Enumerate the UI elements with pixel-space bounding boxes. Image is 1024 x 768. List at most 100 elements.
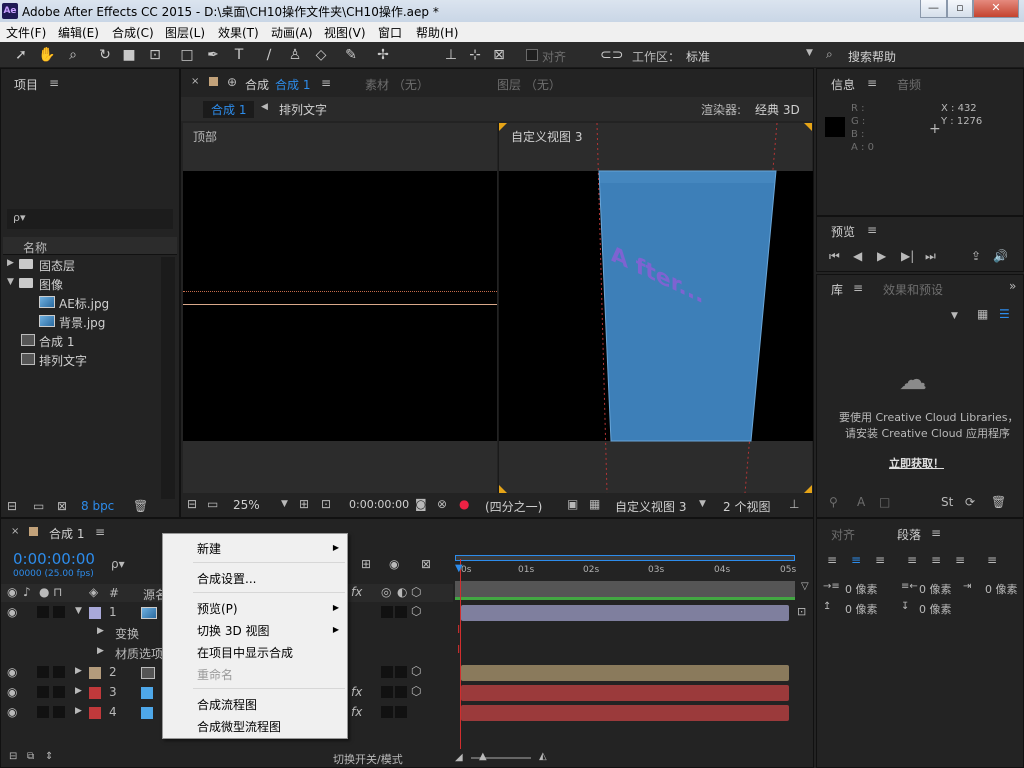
collapse-arrow-icon[interactable]: ▼ [75, 606, 82, 616]
project-item-folder[interactable]: ▶ 固态层 ⊞ [1, 255, 179, 274]
switch-box[interactable] [381, 606, 393, 618]
audio-icon[interactable]: 🔊 [993, 249, 1008, 263]
project-item-image[interactable]: 背景.jpg [1, 312, 179, 331]
maximize-icon[interactable]: ▫ [947, 0, 973, 18]
rectangle-tool-icon[interactable]: □ [178, 46, 196, 64]
indent-left-icon[interactable]: →≡ [823, 581, 840, 592]
resolution-select[interactable]: (四分之一) [485, 498, 542, 515]
switch-box[interactable] [381, 686, 393, 698]
menu-window[interactable]: 窗口 [378, 24, 402, 41]
info-menu-icon[interactable]: ≡ [867, 76, 877, 90]
zoom-select[interactable]: 25% [233, 498, 260, 512]
world-axis-icon[interactable]: ⊹ [466, 46, 484, 64]
library-chevron-down-icon[interactable]: ▼ [951, 311, 958, 321]
expand-arrow-icon[interactable]: ▶ [97, 646, 104, 656]
switch-box[interactable] [395, 606, 407, 618]
align-panel-tab[interactable]: 对齐 [831, 526, 855, 543]
text-style-icon[interactable]: A [857, 495, 865, 509]
lock-toggle[interactable] [53, 606, 65, 618]
view-axis-icon[interactable]: ⊠ [490, 46, 508, 64]
stock-icon[interactable]: ⚲ [829, 495, 838, 509]
last-frame-icon[interactable]: ⏭ [925, 249, 936, 264]
menu-layer[interactable]: 图层(L) [165, 24, 205, 41]
lock-toggle[interactable] [53, 706, 65, 718]
menu-animation[interactable]: 动画(A) [271, 24, 313, 41]
menu-item-comp-mini-flowchart[interactable]: 合成微型流程图 [197, 718, 281, 735]
indent-left-value[interactable]: 0 像素 [845, 581, 878, 597]
menu-composition[interactable]: 合成(C) [112, 24, 154, 41]
expand-arrow-icon[interactable]: ▶ [75, 686, 82, 696]
project-tab[interactable]: 项目 [14, 76, 38, 93]
visibility-icon[interactable]: ◉ [7, 685, 17, 699]
text-tool-icon[interactable]: T [230, 46, 248, 64]
align-checkbox[interactable] [526, 49, 538, 61]
menu-item-preview[interactable]: 预览(P) [197, 600, 238, 617]
hand-tool-icon[interactable]: ✋ [38, 46, 56, 64]
workspace-toggle-icon[interactable]: ⊂⊃ [600, 46, 623, 64]
solo-toggle[interactable] [37, 606, 49, 618]
toggle-pixel-aspect-icon[interactable]: ⊥ [789, 497, 799, 511]
adjustment-column-icon[interactable]: ◐ [397, 585, 407, 599]
timeline-scroll-icon[interactable]: ⊡ [797, 605, 806, 618]
play-icon[interactable]: ▶ [877, 249, 886, 263]
audio-column-icon[interactable]: ♪ [23, 585, 31, 599]
expand-arrow-icon[interactable]: ▶ [75, 666, 82, 676]
snapshot-icon[interactable]: ◙ [415, 497, 427, 511]
visibility-column-icon[interactable]: ◉ [7, 585, 17, 599]
grid-view-icon[interactable]: ▦ [977, 307, 988, 321]
switch-box[interactable] [395, 666, 407, 678]
get-cc-link[interactable]: 立即获取！ [889, 455, 944, 471]
trash-icon[interactable]: 🗑 [133, 499, 148, 513]
layer-tab[interactable]: 图层 （无） [497, 76, 561, 93]
trash-icon[interactable]: 🗑 [991, 495, 1006, 509]
pan-behind-tool-icon[interactable]: ⊡ [146, 46, 164, 64]
fx-icon[interactable]: fx [351, 685, 362, 699]
camera-tool-icon[interactable]: ■ [120, 46, 138, 64]
comp-tab-label[interactable]: 合成 [245, 76, 269, 93]
info-tab[interactable]: 信息 [831, 76, 855, 93]
menu-item-comp-settings[interactable]: 合成设置... [197, 570, 256, 587]
panel-overflow-icon[interactable]: » [1009, 279, 1016, 293]
playhead-icon[interactable]: ▼ [455, 563, 463, 574]
lock-icon[interactable]: ⊕ [227, 75, 237, 89]
time-ruler-area[interactable] [455, 551, 799, 600]
align-center-icon[interactable]: ≡ [851, 553, 861, 567]
project-scrollbar[interactable] [161, 257, 175, 499]
viewer-timecode[interactable]: 0:00:00:00 [349, 498, 409, 511]
new-folder-icon[interactable]: ▭ [33, 499, 44, 513]
switch-mode-toggle[interactable]: 切换开关/模式 [333, 751, 403, 767]
search-icon[interactable]: ⌕ [826, 47, 833, 62]
comp-button-icon[interactable]: ▽ [801, 581, 809, 592]
region-of-interest-icon[interactable]: ⊞ [299, 497, 309, 511]
justify-left-icon[interactable]: ≡ [907, 553, 917, 567]
minimize-icon[interactable]: — [920, 0, 947, 18]
puppet-pin-tool-icon[interactable]: ✢ [374, 46, 392, 64]
lock-column-icon[interactable]: ⊓ [53, 585, 62, 599]
eraser-tool-icon[interactable]: ◇ [312, 46, 330, 64]
layer-bar-4[interactable] [461, 705, 789, 721]
sync-icon[interactable]: ⟳ [965, 495, 975, 509]
project-item-comp[interactable]: 合成 1 [1, 331, 179, 350]
work-area-bar[interactable] [455, 555, 795, 561]
indent-right-icon[interactable]: ≡← [901, 581, 918, 592]
breadcrumb-active[interactable]: 合成 1 [203, 101, 255, 118]
selection-tool-icon[interactable]: ➚ [12, 46, 30, 64]
rotate-tool-icon[interactable]: ↻ [96, 46, 114, 64]
brush-tool-icon[interactable]: ∕ [260, 46, 278, 64]
lock-toggle[interactable] [53, 686, 65, 698]
3d-layer-icon[interactable]: ⬡ [411, 604, 421, 618]
view-chevron-down-icon[interactable]: ▼ [699, 499, 706, 509]
layer-label-color[interactable] [89, 687, 101, 699]
space-after-icon[interactable]: ↧ [901, 601, 909, 612]
transparency-grid-icon[interactable]: ▦ [589, 497, 600, 511]
preview-menu-icon[interactable]: ≡ [867, 223, 877, 237]
layer-label-color[interactable] [89, 707, 101, 719]
switch-box[interactable] [381, 666, 393, 678]
fx-icon[interactable]: fx [351, 705, 362, 719]
menu-item-comp-flowchart[interactable]: 合成流程图 [197, 696, 257, 713]
solo-column-icon[interactable]: ● [39, 585, 49, 599]
search-help-input[interactable]: 搜索帮助 [848, 48, 896, 65]
playhead-line[interactable] [460, 559, 461, 749]
collapse-arrow-icon[interactable]: ▼ [7, 277, 14, 287]
first-frame-icon[interactable]: ⏮ [829, 249, 840, 264]
